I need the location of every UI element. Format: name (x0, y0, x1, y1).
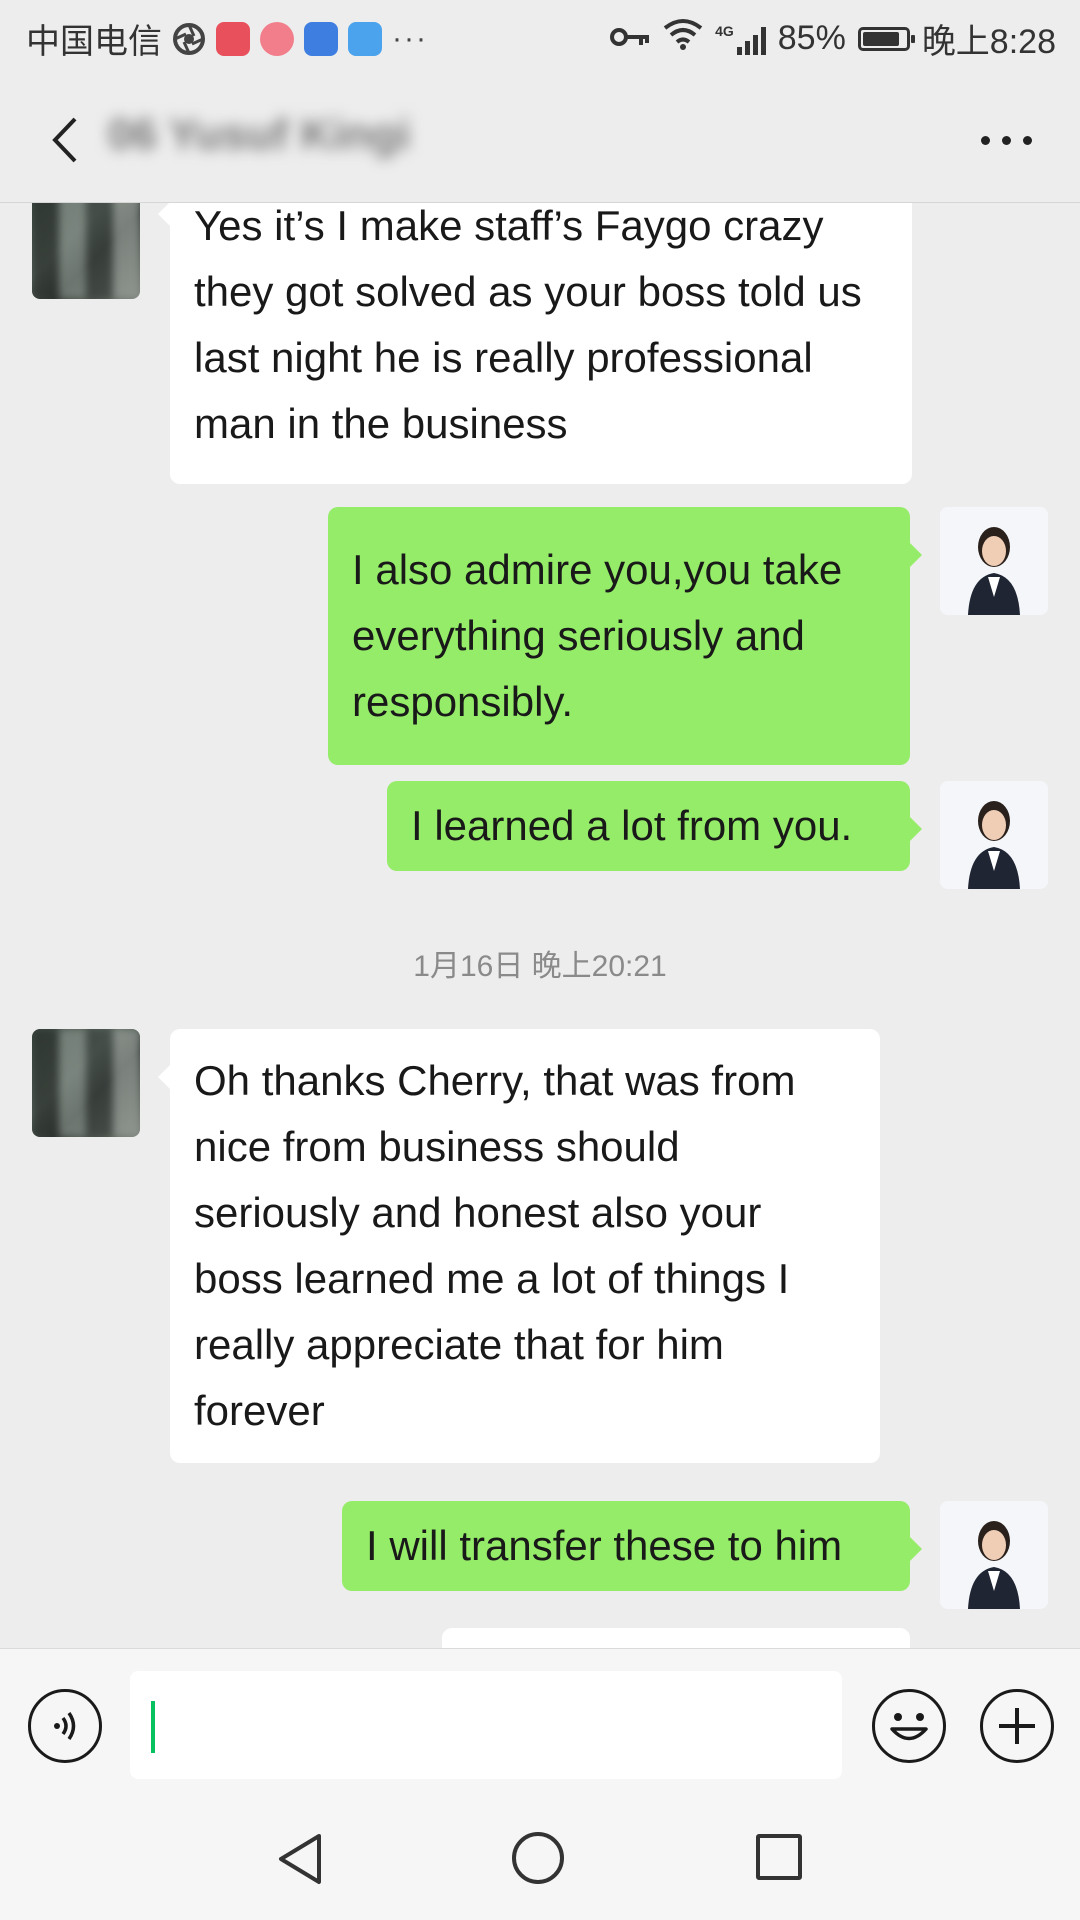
emoji-button[interactable] (872, 1689, 946, 1763)
more-horizontal-icon (980, 135, 990, 145)
voice-icon (54, 1712, 76, 1740)
nav-back-button[interactable] (275, 1832, 325, 1891)
message-text: I will transfer these to him (366, 1522, 843, 1569)
battery-icon (857, 26, 915, 51)
outgoing-message[interactable]: I also admire you,you take everything se… (328, 507, 922, 765)
system-nav-bar (0, 1800, 1080, 1920)
chat-header: 06 Yusuf Kingi (0, 75, 1080, 203)
incoming-message[interactable]: Oh thanks Cherry, that was from nice fro… (158, 1029, 880, 1463)
signal-icon: 4G (715, 23, 766, 55)
more-notifications-icon: ··· (392, 21, 428, 55)
app-icon-pink (260, 21, 294, 56)
back-button[interactable] (30, 105, 100, 175)
battery-percent: 85% (777, 19, 846, 57)
input-bar (0, 1648, 1080, 1801)
more-functions-button[interactable] (980, 1689, 1054, 1763)
text-caret (151, 1701, 155, 1753)
contact-avatar[interactable] (32, 203, 140, 299)
key-icon (609, 19, 651, 58)
aperture-icon (172, 22, 206, 56)
outgoing-message[interactable]: I will transfer these to him (342, 1501, 922, 1591)
carrier-label: 中国电信 (26, 23, 162, 61)
network-type-label: 4G (715, 22, 734, 39)
chat-title: 06 Yusuf Kingi (108, 110, 411, 159)
triangle-back-icon (279, 1834, 321, 1884)
huawei-mall-icon (216, 21, 250, 56)
outgoing-message[interactable]: I learned a lot from you. (387, 781, 922, 871)
wifi-icon (663, 18, 703, 59)
message-text: Oh thanks Cherry, that was from nice fro… (194, 1057, 796, 1434)
message-text: I also admire you,you take everything se… (352, 546, 843, 725)
nav-home-button[interactable] (512, 1832, 564, 1884)
more-options-button[interactable] (966, 105, 1046, 175)
plus-icon (999, 1708, 1035, 1744)
message-input[interactable] (130, 1671, 842, 1779)
clock: 晚上8:28 (921, 23, 1056, 61)
contact-avatar[interactable] (32, 1029, 140, 1137)
message-text: Yes it’s I make staff’s Faygo crazy they… (194, 203, 862, 447)
status-bar: 中国电信 ··· 4G 85% 晚上8:28 (0, 0, 1080, 75)
my-avatar[interactable] (940, 507, 1048, 615)
my-avatar[interactable] (940, 781, 1048, 889)
message-list[interactable]: Yes it’s I make staff’s Faygo crazy they… (0, 203, 1080, 1648)
incoming-message-partial[interactable] (442, 1628, 910, 1648)
paper-plane-icon (348, 21, 382, 56)
emoji-icon (890, 1713, 928, 1741)
message-timestamp: 1月16日 晚上20:21 (413, 950, 667, 983)
incoming-message[interactable]: Yes it’s I make staff’s Faygo crazy they… (158, 203, 912, 484)
my-avatar[interactable] (940, 1501, 1048, 1609)
shield-icon (304, 21, 338, 56)
voice-button[interactable] (28, 1689, 102, 1763)
message-text: I learned a lot from you. (411, 802, 853, 849)
chevron-left-icon (52, 117, 77, 163)
nav-recents-button[interactable] (756, 1834, 802, 1880)
